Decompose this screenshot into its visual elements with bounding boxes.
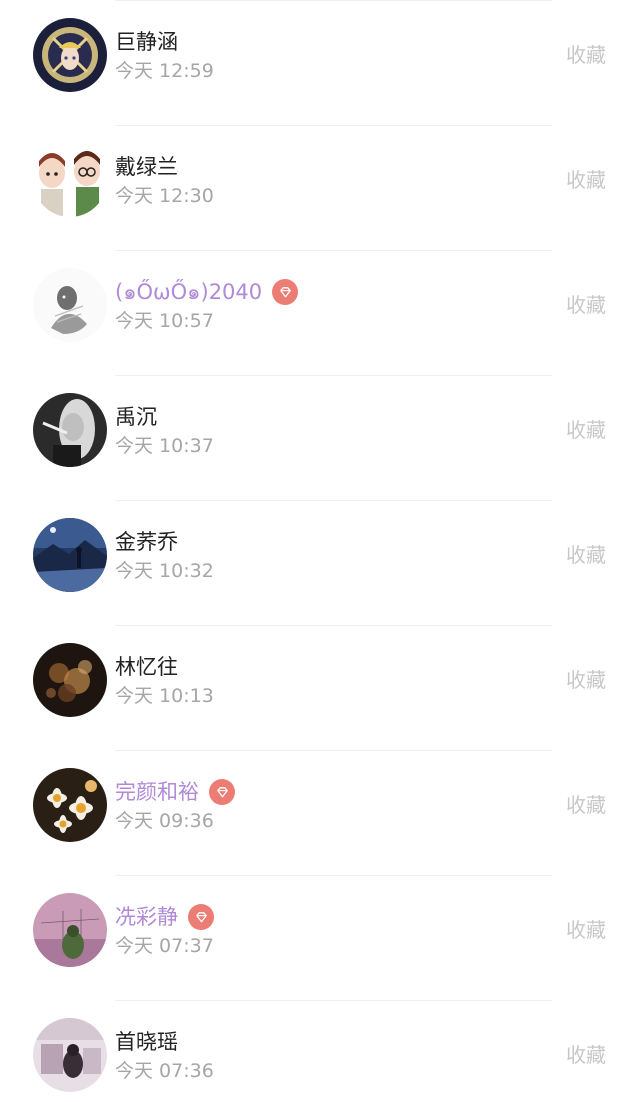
- timestamp: 今天 12:59: [115, 60, 214, 82]
- divider: [115, 875, 552, 876]
- name-line: 冼彩静: [115, 901, 214, 933]
- favorite-button[interactable]: 收藏: [566, 665, 606, 695]
- divider: [115, 1000, 552, 1001]
- favorite-button[interactable]: 收藏: [566, 415, 606, 445]
- favorite-button[interactable]: 收藏: [566, 790, 606, 820]
- list-item[interactable]: 金荞乔 今天 10:32 收藏: [0, 500, 640, 625]
- user-name[interactable]: 首晓瑶: [115, 1026, 178, 1058]
- vip-diamond-icon: [209, 779, 235, 805]
- timestamp: 今天 09:36: [115, 810, 214, 832]
- favorite-button[interactable]: 收藏: [566, 290, 606, 320]
- divider: [115, 125, 552, 126]
- user-name[interactable]: (๑ŐωŐ๑)2040: [115, 276, 262, 308]
- list-item[interactable]: (๑ŐωŐ๑)2040 今天 10:57 收藏: [0, 250, 640, 375]
- timestamp: 今天 10:13: [115, 685, 214, 707]
- timestamp: 今天 10:57: [115, 310, 214, 332]
- timestamp: 今天 10:32: [115, 560, 214, 582]
- timestamp: 今天 12:30: [115, 185, 214, 207]
- list-item[interactable]: 禹沉 今天 10:37 收藏: [0, 375, 640, 500]
- name-line: (๑ŐωŐ๑)2040: [115, 276, 299, 308]
- divider: [115, 375, 552, 376]
- divider: [115, 750, 552, 751]
- avatar[interactable]: [33, 768, 107, 842]
- favorite-button[interactable]: 收藏: [566, 1040, 606, 1070]
- user-name[interactable]: 林忆往: [115, 651, 178, 683]
- avatar[interactable]: [33, 143, 107, 217]
- list-item[interactable]: 首晓瑶 今天 07:36 收藏: [0, 1000, 640, 1102]
- favorites-list: 巨静涵 今天 12:59 收藏 戴绿兰 今天 12:30 收藏 (๑ŐωŐ๑)2…: [0, 0, 640, 1102]
- timestamp: 今天 07:36: [115, 1060, 214, 1082]
- favorite-button[interactable]: 收藏: [566, 40, 606, 70]
- list-item[interactable]: 冼彩静 今天 07:37 收藏: [0, 875, 640, 1000]
- user-name[interactable]: 冼彩静: [115, 901, 178, 933]
- avatar[interactable]: [33, 643, 107, 717]
- list-item[interactable]: 巨静涵 今天 12:59 收藏: [0, 0, 640, 125]
- divider: [115, 0, 552, 1]
- timestamp: 今天 07:37: [115, 935, 214, 957]
- name-line: 戴绿兰: [115, 151, 178, 183]
- name-line: 金荞乔: [115, 526, 178, 558]
- name-line: 首晓瑶: [115, 1026, 178, 1058]
- divider: [115, 250, 552, 251]
- name-line: 禹沉: [115, 401, 157, 433]
- list-item[interactable]: 完颜和裕 今天 09:36 收藏: [0, 750, 640, 875]
- avatar[interactable]: [33, 893, 107, 967]
- favorite-button[interactable]: 收藏: [566, 540, 606, 570]
- name-line: 林忆往: [115, 651, 178, 683]
- avatar[interactable]: [33, 18, 107, 92]
- avatar[interactable]: [33, 393, 107, 467]
- user-name[interactable]: 完颜和裕: [115, 776, 199, 808]
- list-item[interactable]: 林忆往 今天 10:13 收藏: [0, 625, 640, 750]
- avatar[interactable]: [33, 268, 107, 342]
- user-name[interactable]: 戴绿兰: [115, 151, 178, 183]
- avatar[interactable]: [33, 1018, 107, 1092]
- user-name[interactable]: 巨静涵: [115, 26, 178, 58]
- favorite-button[interactable]: 收藏: [566, 165, 606, 195]
- name-line: 完颜和裕: [115, 776, 235, 808]
- avatar[interactable]: [33, 518, 107, 592]
- favorite-button[interactable]: 收藏: [566, 915, 606, 945]
- list-item[interactable]: 戴绿兰 今天 12:30 收藏: [0, 125, 640, 250]
- divider: [115, 625, 552, 626]
- user-name[interactable]: 金荞乔: [115, 526, 178, 558]
- vip-diamond-icon: [272, 279, 299, 305]
- timestamp: 今天 10:37: [115, 435, 214, 457]
- user-name[interactable]: 禹沉: [115, 401, 157, 433]
- name-line: 巨静涵: [115, 26, 178, 58]
- vip-diamond-icon: [188, 904, 214, 930]
- divider: [115, 500, 552, 501]
